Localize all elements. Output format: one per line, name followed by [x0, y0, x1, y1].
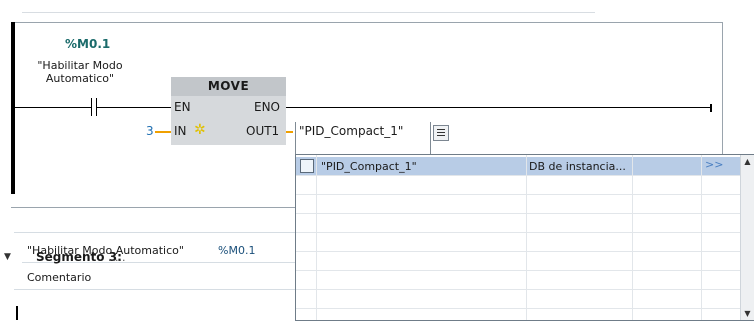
- segment-name[interactable]: .....: [108, 251, 125, 264]
- autocomplete-dropdown[interactable]: "PID_Compact_1" DB de instancia... >> ▲ …: [295, 154, 754, 321]
- dropdown-item-name: "PID_Compact_1": [321, 160, 417, 173]
- dropdown-empty-row: [296, 214, 741, 233]
- out-operand-text[interactable]: "PID_Compact_1": [299, 124, 403, 138]
- pin-out1: OUT1: [246, 124, 280, 138]
- contact-symbol-line-2: Automatico": [45, 72, 115, 85]
- dropdown-empty-row: [296, 271, 741, 290]
- instance-db-icon: [300, 159, 314, 173]
- pin-en: EN: [174, 100, 191, 114]
- dropdown-empty-row: [296, 252, 741, 271]
- power-rail-left: [11, 22, 15, 194]
- out-connector: [286, 131, 293, 133]
- comment-separator: [14, 289, 296, 290]
- rung-wire-left: [15, 107, 91, 108]
- dropdown-empty-row: [296, 233, 741, 252]
- info-separator: [14, 232, 300, 233]
- pin-eno: ENO: [254, 100, 281, 114]
- column-divider: [316, 155, 317, 320]
- dropdown-item-type: DB de instancia...: [529, 160, 626, 173]
- in-operand-value[interactable]: 3: [146, 124, 154, 138]
- rung-end-mark: [710, 104, 712, 112]
- contact-symbol-line-1: "Habilitar Modo: [37, 59, 123, 72]
- left-rail-stub: [16, 306, 18, 320]
- expand-more-icon[interactable]: >>: [705, 158, 723, 171]
- scroll-up-icon[interactable]: ▲: [743, 157, 752, 166]
- column-divider: [526, 155, 527, 320]
- tag-address: %M0.1: [218, 244, 256, 257]
- dropdown-empty-row: [296, 290, 741, 309]
- network-top-border: [11, 22, 723, 23]
- top-separator: [22, 12, 595, 13]
- rung-wire-eno: [286, 107, 712, 108]
- column-divider: [632, 155, 633, 320]
- contact-symbol[interactable]: "Habilitar Modo Automatico": [20, 59, 140, 85]
- segment-comment[interactable]: Comentario: [27, 271, 91, 284]
- dropdown-empty-row: [296, 176, 741, 195]
- autocomplete-star-icon: ✲: [194, 122, 206, 138]
- list-icon: [437, 129, 445, 130]
- contact-left-bar[interactable]: [91, 98, 92, 116]
- in-connector: [155, 131, 171, 133]
- collapse-arrow-icon[interactable]: ▼: [4, 252, 11, 262]
- contact-address[interactable]: %M0.1: [65, 37, 110, 51]
- scroll-down-icon[interactable]: ▼: [743, 309, 752, 318]
- dropdown-item-pid-compact[interactable]: "PID_Compact_1" DB de instancia... >>: [296, 157, 741, 176]
- move-block-title: MOVE: [171, 77, 286, 96]
- pin-in: IN: [174, 124, 187, 138]
- dropdown-empty-row: [296, 195, 741, 214]
- dropdown-scrollbar[interactable]: ▲ ▼: [740, 155, 754, 320]
- rung-wire-to-en: [97, 107, 171, 108]
- column-divider: [701, 155, 702, 320]
- operand-picker-button[interactable]: [433, 125, 449, 141]
